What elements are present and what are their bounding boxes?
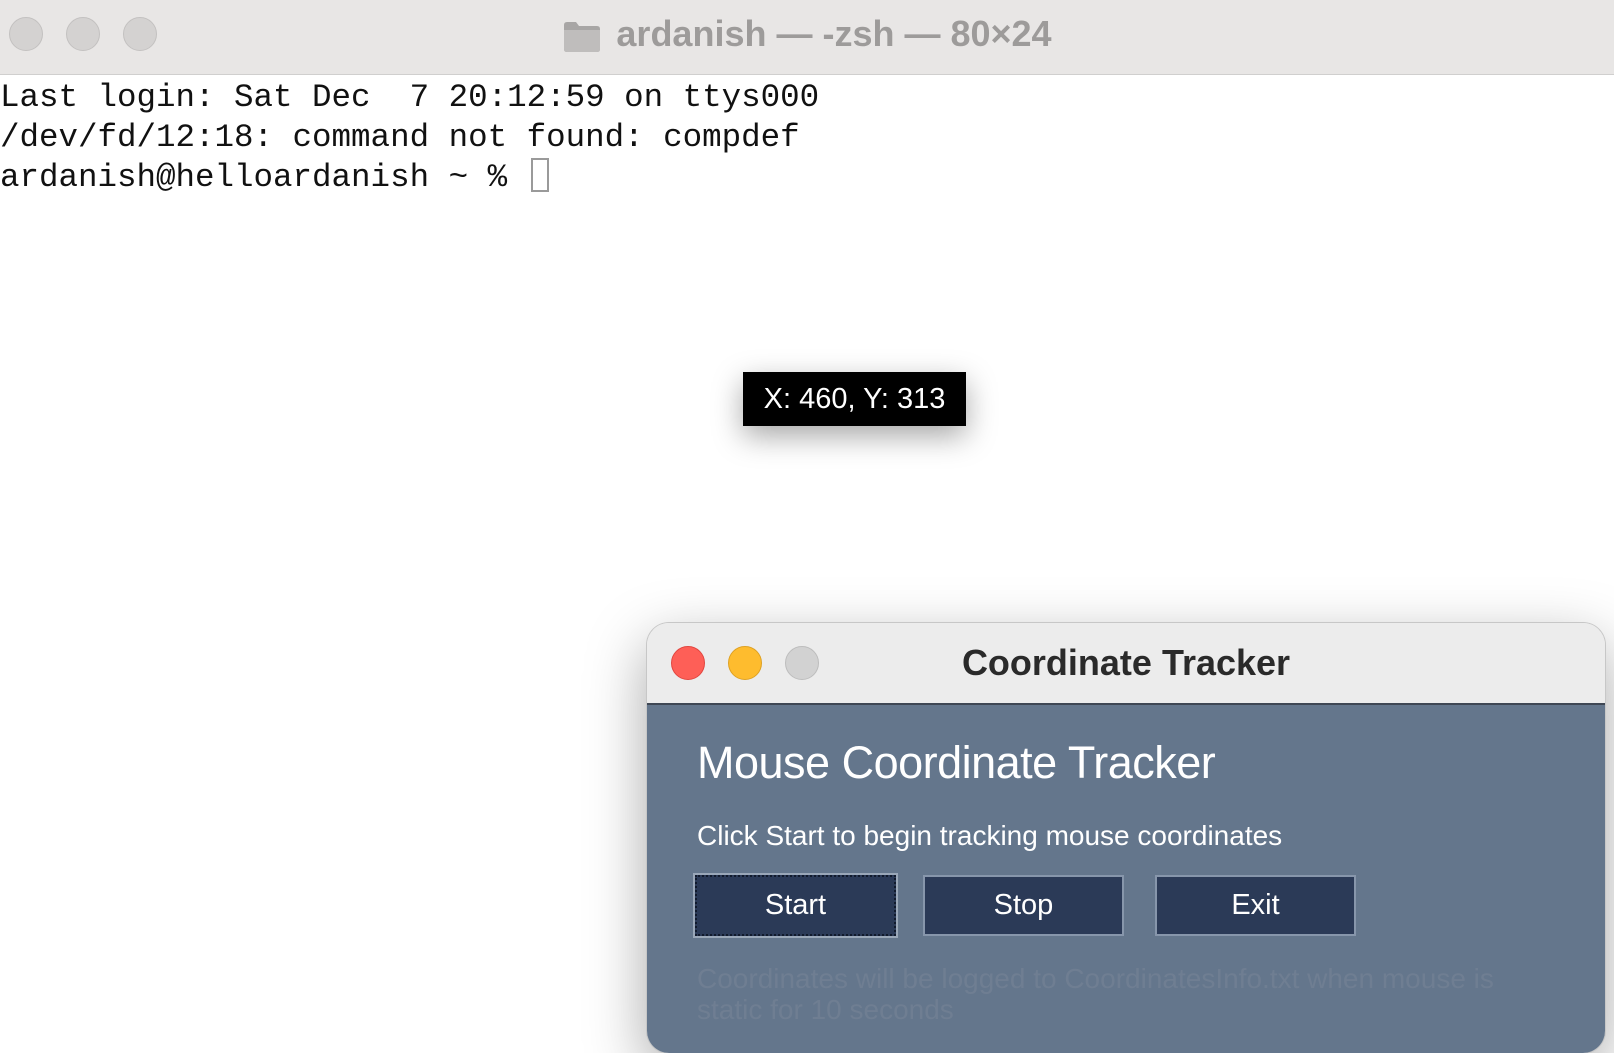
start-button[interactable]: Start xyxy=(693,873,898,938)
coordinate-tracker-window: Coordinate Tracker Mouse Coordinate Trac… xyxy=(647,623,1605,1053)
stop-button[interactable]: Stop xyxy=(923,875,1124,936)
tracker-body: Mouse Coordinate Tracker Click Start to … xyxy=(647,705,1605,1053)
terminal-line: Last login: Sat Dec 7 20:12:59 on ttys00… xyxy=(0,79,820,116)
folder-icon xyxy=(562,19,602,52)
terminal-title: ardanish — -zsh — 80×24 xyxy=(616,13,1052,54)
instructions-text: Click Start to begin tracking mouse coor… xyxy=(697,820,1283,851)
text-cursor xyxy=(530,158,549,192)
page-title: Mouse Coordinate Tracker xyxy=(697,737,1216,788)
terminal-prompt: ardanish@helloardanish ~ % xyxy=(0,159,527,196)
tracker-titlebar[interactable]: Coordinate Tracker xyxy=(647,623,1605,705)
footer-note: Coordinates will be logged to Coordinate… xyxy=(697,963,1494,1025)
window-title: Coordinate Tracker xyxy=(961,642,1291,683)
terminal-prompt-line[interactable]: ardanish@helloardanish ~ % xyxy=(0,158,1614,198)
exit-button[interactable]: Exit xyxy=(1155,875,1356,936)
coordinate-tooltip: X: 460, Y: 313 xyxy=(743,372,966,426)
terminal-line: /dev/fd/12:18: command not found: compde… xyxy=(0,119,800,156)
terminal-title-area: ardanish — -zsh — 80×24 xyxy=(0,0,1614,68)
terminal-titlebar[interactable]: ardanish — -zsh — 80×24 xyxy=(0,0,1614,75)
